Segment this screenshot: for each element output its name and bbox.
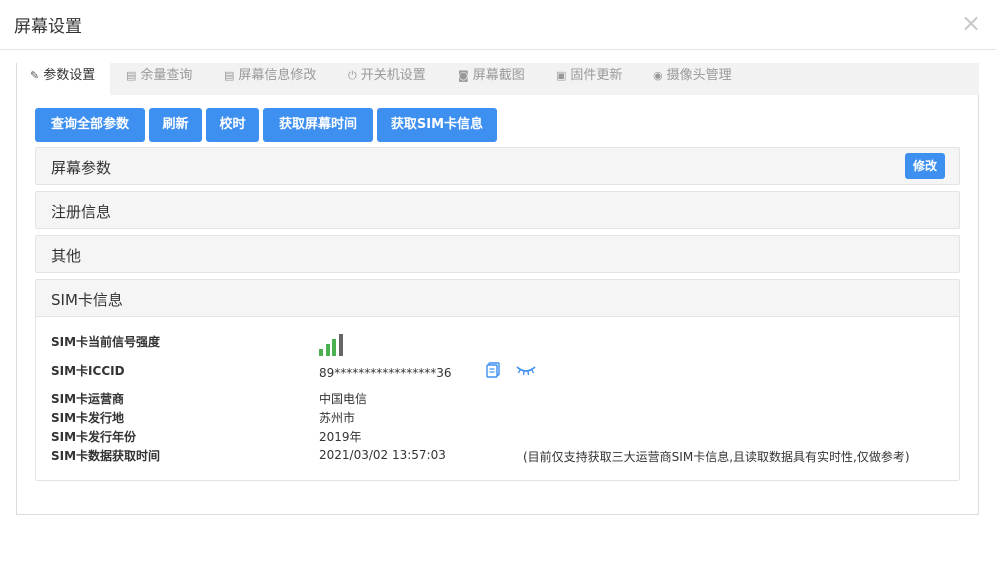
issue-year-label: SIM卡发行年份 [51,430,137,444]
tab-label: 参数设置 [43,68,96,83]
tab-power-schedule[interactable]: ⏻ 开关机设置 [348,63,426,95]
fetch-time-value: 2021/03/02 13:57:03 [319,448,446,462]
signal-strength-label: SIM卡当前信号强度 [51,335,161,349]
section-registration[interactable]: 注册信息 [35,191,960,229]
signal-bar [338,334,343,356]
issue-place-value: 苏州市 [319,411,356,425]
refresh-button[interactable]: 刷新 [149,108,202,142]
edit-button[interactable]: 修改 [905,153,945,179]
sim-info-note: (目前仅支持获取三大运营商SIM卡信息,且读取数据具有实时性,仅做参考) [523,450,910,464]
camera-icon: ◙ [458,69,469,82]
webcam-icon: ◉ [653,69,663,82]
signal-bar [332,339,336,356]
iccid-label: SIM卡ICCID [51,364,125,378]
get-screen-time-button[interactable]: 获取屏幕时间 [263,108,373,142]
issue-place-label: SIM卡发行地 [51,411,125,425]
issue-year-value: 2019年 [319,430,362,444]
tab-screen-info[interactable]: ▤ 屏幕信息修改 [224,63,316,95]
section-title: 其他 [51,247,82,265]
document-icon: ▤ [126,69,137,82]
copy-icon[interactable] [486,362,500,378]
fetch-time-label: SIM卡数据获取时间 [51,449,161,463]
tab-label: 屏幕信息修改 [238,68,317,83]
section-sim-info[interactable]: SIM卡信息 [35,279,960,317]
tab-bar: ✎ 参数设置 ▤ 余量查询 ▤ 屏幕信息修改 ⏻ 开关机设置 ◙ 屏幕截图 ▣ 固件更新 ◉… [18,63,979,96]
carrier-value: 中国电信 [319,392,368,406]
section-title: 注册信息 [51,203,112,221]
sync-time-button[interactable]: 校时 [206,108,259,142]
wrench-icon: ✎ [30,69,40,82]
query-all-params-button[interactable]: 查询全部参数 [35,108,145,142]
section-screen-params[interactable]: 屏幕参数 修改 [35,147,960,185]
signal-bar [325,344,330,356]
tab-screenshot[interactable]: ◙ 屏幕截图 [458,63,525,95]
section-title: 屏幕参数 [51,159,112,177]
iccid-value: 89*****************36 [319,366,452,380]
tab-params[interactable]: ✎ 参数设置 [18,63,110,96]
tab-balance-query[interactable]: ▤ 余量查询 [126,63,192,95]
tab-label: 摄像头管理 [666,68,732,83]
firmware-icon: ▣ [556,69,567,82]
tab-firmware-update[interactable]: ▣ 固件更新 [556,63,622,95]
dialog-title: 屏幕设置 [14,17,82,37]
tab-label: 屏幕截图 [472,68,525,83]
eye-closed-icon[interactable] [515,364,537,376]
tab-label: 固件更新 [570,68,623,83]
tab-label: 余量查询 [140,68,193,83]
tab-camera-management[interactable]: ◉ 摄像头管理 [653,63,732,95]
signal-bar [319,349,323,356]
power-icon: ⏻ [348,69,357,82]
section-title: SIM卡信息 [51,291,123,309]
carrier-label: SIM卡运营商 [51,392,125,406]
dialog-header: 屏幕设置 × [0,0,996,50]
section-other[interactable]: 其他 [35,235,960,273]
document-icon: ▤ [224,69,235,82]
get-sim-info-button[interactable]: 获取SIM卡信息 [377,108,497,142]
close-icon[interactable]: × [960,11,982,36]
tab-label: 开关机设置 [360,68,426,83]
signal-strength-icon [319,334,349,356]
